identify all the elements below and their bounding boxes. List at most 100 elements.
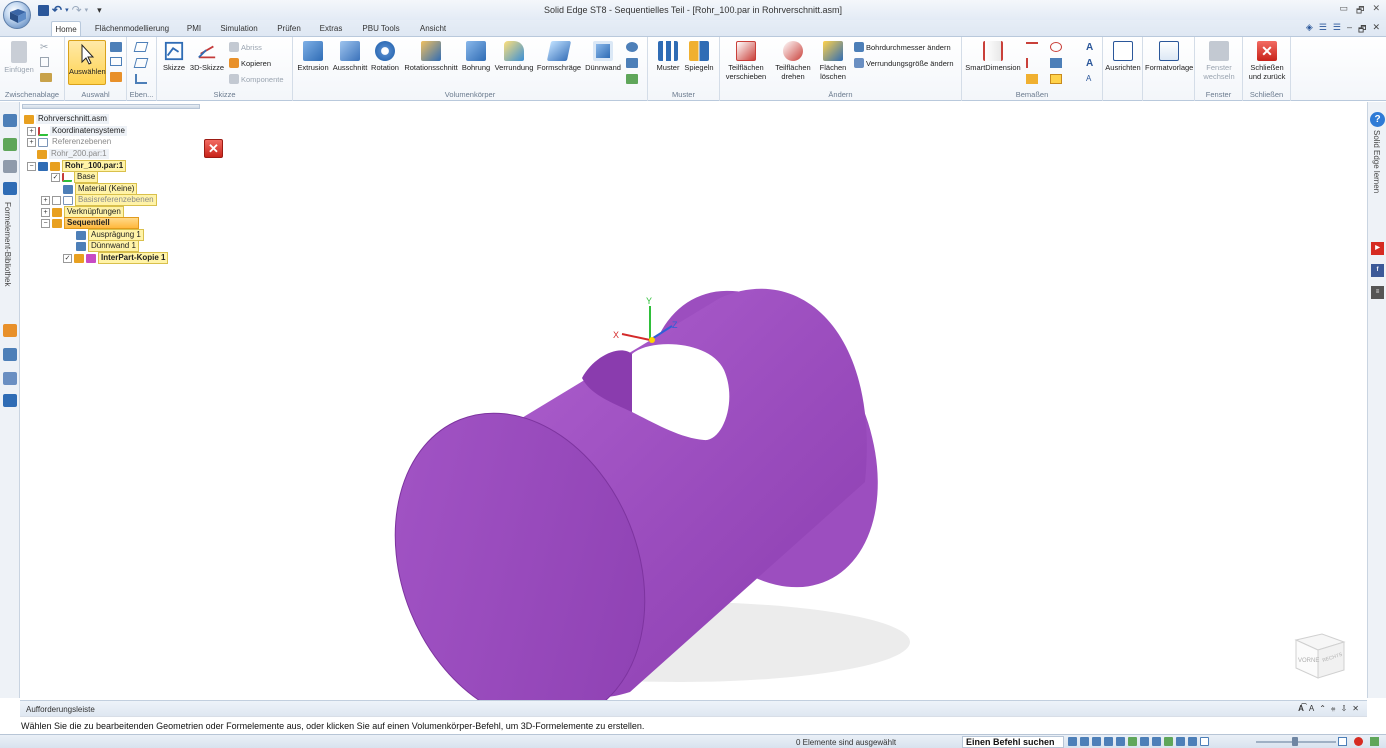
rotation-button[interactable]: Rotation: [369, 41, 401, 72]
coord-system-icon[interactable]: [135, 74, 147, 84]
annotation-icon[interactable]: [1050, 74, 1062, 84]
options-icon[interactable]: ⩷: [1331, 704, 1336, 714]
flaechen-loeschen-button[interactable]: Flächen löschen: [816, 41, 850, 81]
teilflaechen-verschieben-button[interactable]: Teilflächen verschieben: [723, 41, 769, 81]
teilflaechen-drehen-button[interactable]: Teilflächen drehen: [772, 41, 814, 81]
solid-edge-lernen-label[interactable]: Solid Edge lernen: [1372, 130, 1381, 193]
section-icon[interactable]: [1152, 737, 1161, 746]
zoom-in-icon[interactable]: [1338, 737, 1347, 746]
duennwand-button[interactable]: Dünnwand: [583, 41, 623, 72]
tree-node-material[interactable]: Material (Keine): [63, 183, 138, 195]
youtube-icon[interactable]: ▶: [1371, 242, 1384, 255]
font-decrease-icon[interactable]: A: [1309, 704, 1314, 714]
tree-node-verknuepfungen[interactable]: + Verknüpfungen: [41, 206, 124, 218]
kopieren-button[interactable]: Kopieren: [229, 58, 271, 68]
checkbox-icon[interactable]: [52, 195, 61, 205]
pathfinder-icon[interactable]: [3, 114, 17, 127]
more-features-icon[interactable]: [626, 58, 638, 68]
bohrung-button[interactable]: Bohrung: [460, 41, 492, 72]
ausschnitt-button[interactable]: Ausschnitt: [331, 41, 369, 72]
command-search-input[interactable]: Einen Befehl suchen: [962, 736, 1064, 748]
sketch-view-icon[interactable]: [1140, 737, 1149, 746]
skizze-button[interactable]: Skizze: [160, 41, 188, 72]
copy-icon[interactable]: [40, 57, 49, 67]
application-button[interactable]: [3, 1, 31, 29]
abriss-button[interactable]: Abriss: [229, 42, 262, 52]
schliessen-und-zurueck-button[interactable]: ✕ Schließen und zurück: [1245, 41, 1289, 81]
family-icon[interactable]: [3, 324, 17, 337]
komponente-button[interactable]: Komponente: [229, 74, 284, 84]
view-cube[interactable]: VORNE RECHTS: [1292, 630, 1346, 680]
pin-icon[interactable]: ⇩: [1341, 704, 1348, 714]
pathfinder-splitter[interactable]: [22, 104, 200, 109]
verrundungsgroesse-aendern-button[interactable]: Verrundungsgröße ändern: [854, 58, 954, 68]
help-icon[interactable]: ?: [1370, 112, 1385, 127]
format-painter-icon[interactable]: [40, 73, 52, 82]
tree-node-koordinatensysteme[interactable]: + Koordinatensysteme: [27, 126, 127, 136]
font-increase-icon[interactable]: A͡: [1298, 704, 1304, 714]
restore-icon[interactable]: 🗗: [1356, 3, 1364, 19]
close-edit-button[interactable]: ✕: [204, 139, 223, 158]
tree-node-root[interactable]: Rohrverschnitt.asm: [24, 114, 109, 124]
tab-flaechenmodellierung[interactable]: Flächenmodellierung: [93, 21, 171, 36]
part-model[interactable]: Y X Z: [20, 102, 1367, 724]
zoom-slider-thumb[interactable]: [1292, 737, 1298, 746]
tree-node-basisreferenzebenen[interactable]: + Basisreferenzebenen: [41, 194, 157, 206]
formelement-bibliothek-label[interactable]: Formelement-Bibliothek: [3, 202, 12, 286]
rotationsschnitt-button[interactable]: Rotationsschnitt: [402, 41, 460, 72]
tree-node-sequentiell[interactable]: − Sequentiell: [41, 217, 139, 229]
tree-node-base[interactable]: ✓ Base: [51, 171, 99, 183]
select-color-icon[interactable]: [110, 72, 122, 82]
select-filter-icon[interactable]: [110, 42, 122, 52]
muster-button[interactable]: Muster: [653, 41, 683, 72]
collapse-icon[interactable]: −: [27, 161, 36, 171]
tree-node-duennwand[interactable]: Dünnwand 1: [76, 240, 139, 252]
einfuegen-button[interactable]: Einfügen: [3, 41, 35, 74]
dimension-icon[interactable]: [1026, 58, 1038, 68]
tree-node-rohr-100[interactable]: − Rohr_100.par:1: [27, 160, 127, 172]
render-icon[interactable]: [1164, 737, 1173, 746]
rotate-view-icon[interactable]: [1068, 737, 1077, 746]
close-icon[interactable]: ✕: [1372, 3, 1380, 19]
spin-icon[interactable]: [1128, 737, 1137, 746]
select-box-icon[interactable]: [110, 57, 122, 66]
annotation-icon[interactable]: [1050, 58, 1062, 68]
cut-icon[interactable]: ✂: [40, 42, 48, 53]
tree-node-interpart-kopie[interactable]: ✓ InterPart-Kopie 1: [63, 252, 169, 264]
minimize-icon[interactable]: ▭: [1339, 3, 1348, 19]
dimension-icon[interactable]: [1026, 74, 1038, 84]
spiegeln-button[interactable]: Spiegeln: [683, 41, 715, 72]
skizze-3d-button[interactable]: 3D-Skizze: [189, 41, 225, 72]
sensors-icon[interactable]: [3, 372, 17, 385]
plane-offset-icon[interactable]: [133, 58, 149, 68]
dimension-icon[interactable]: [1026, 42, 1038, 52]
pan-icon[interactable]: [1116, 737, 1125, 746]
expand-icon[interactable]: +: [27, 126, 36, 136]
tab-pmi[interactable]: PMI: [183, 21, 205, 36]
bohrdurchmesser-aendern-button[interactable]: Bohrdurchmesser ändern: [854, 42, 951, 52]
tree-node-auspraegung[interactable]: Ausprägung 1: [76, 229, 144, 241]
formschraege-button[interactable]: Formschräge: [536, 41, 582, 72]
checkbox-checked-icon[interactable]: ✓: [51, 172, 60, 182]
graphics-viewport[interactable]: Y X Z: [20, 102, 1367, 724]
named-view-icon[interactable]: [1188, 737, 1197, 746]
zoom-out-icon[interactable]: [1200, 737, 1209, 746]
views-icon[interactable]: [3, 160, 17, 173]
more-features-icon[interactable]: [626, 42, 638, 52]
smartdimension-button[interactable]: SmartDimension: [965, 41, 1021, 72]
tab-extras[interactable]: Extras: [316, 21, 346, 36]
tab-pruefen[interactable]: Prüfen: [274, 21, 304, 36]
tab-ansicht[interactable]: Ansicht: [416, 21, 450, 36]
collapse-icon[interactable]: −: [41, 218, 50, 228]
extrusion-button[interactable]: Extrusion: [296, 41, 330, 72]
expand-icon[interactable]: +: [41, 207, 50, 217]
library-icon[interactable]: [3, 182, 17, 195]
expand-icon[interactable]: +: [41, 195, 50, 205]
checkbox-checked-icon[interactable]: ✓: [63, 253, 72, 263]
tab-home[interactable]: Home: [51, 21, 81, 36]
text-icon[interactable]: A: [1086, 74, 1091, 83]
layers-icon[interactable]: [3, 138, 17, 151]
tab-pbu-tools[interactable]: PBU Tools: [360, 21, 402, 36]
close-prompt-icon[interactable]: ✕: [1352, 704, 1359, 714]
verrundung-button[interactable]: Verrundung: [492, 41, 536, 72]
